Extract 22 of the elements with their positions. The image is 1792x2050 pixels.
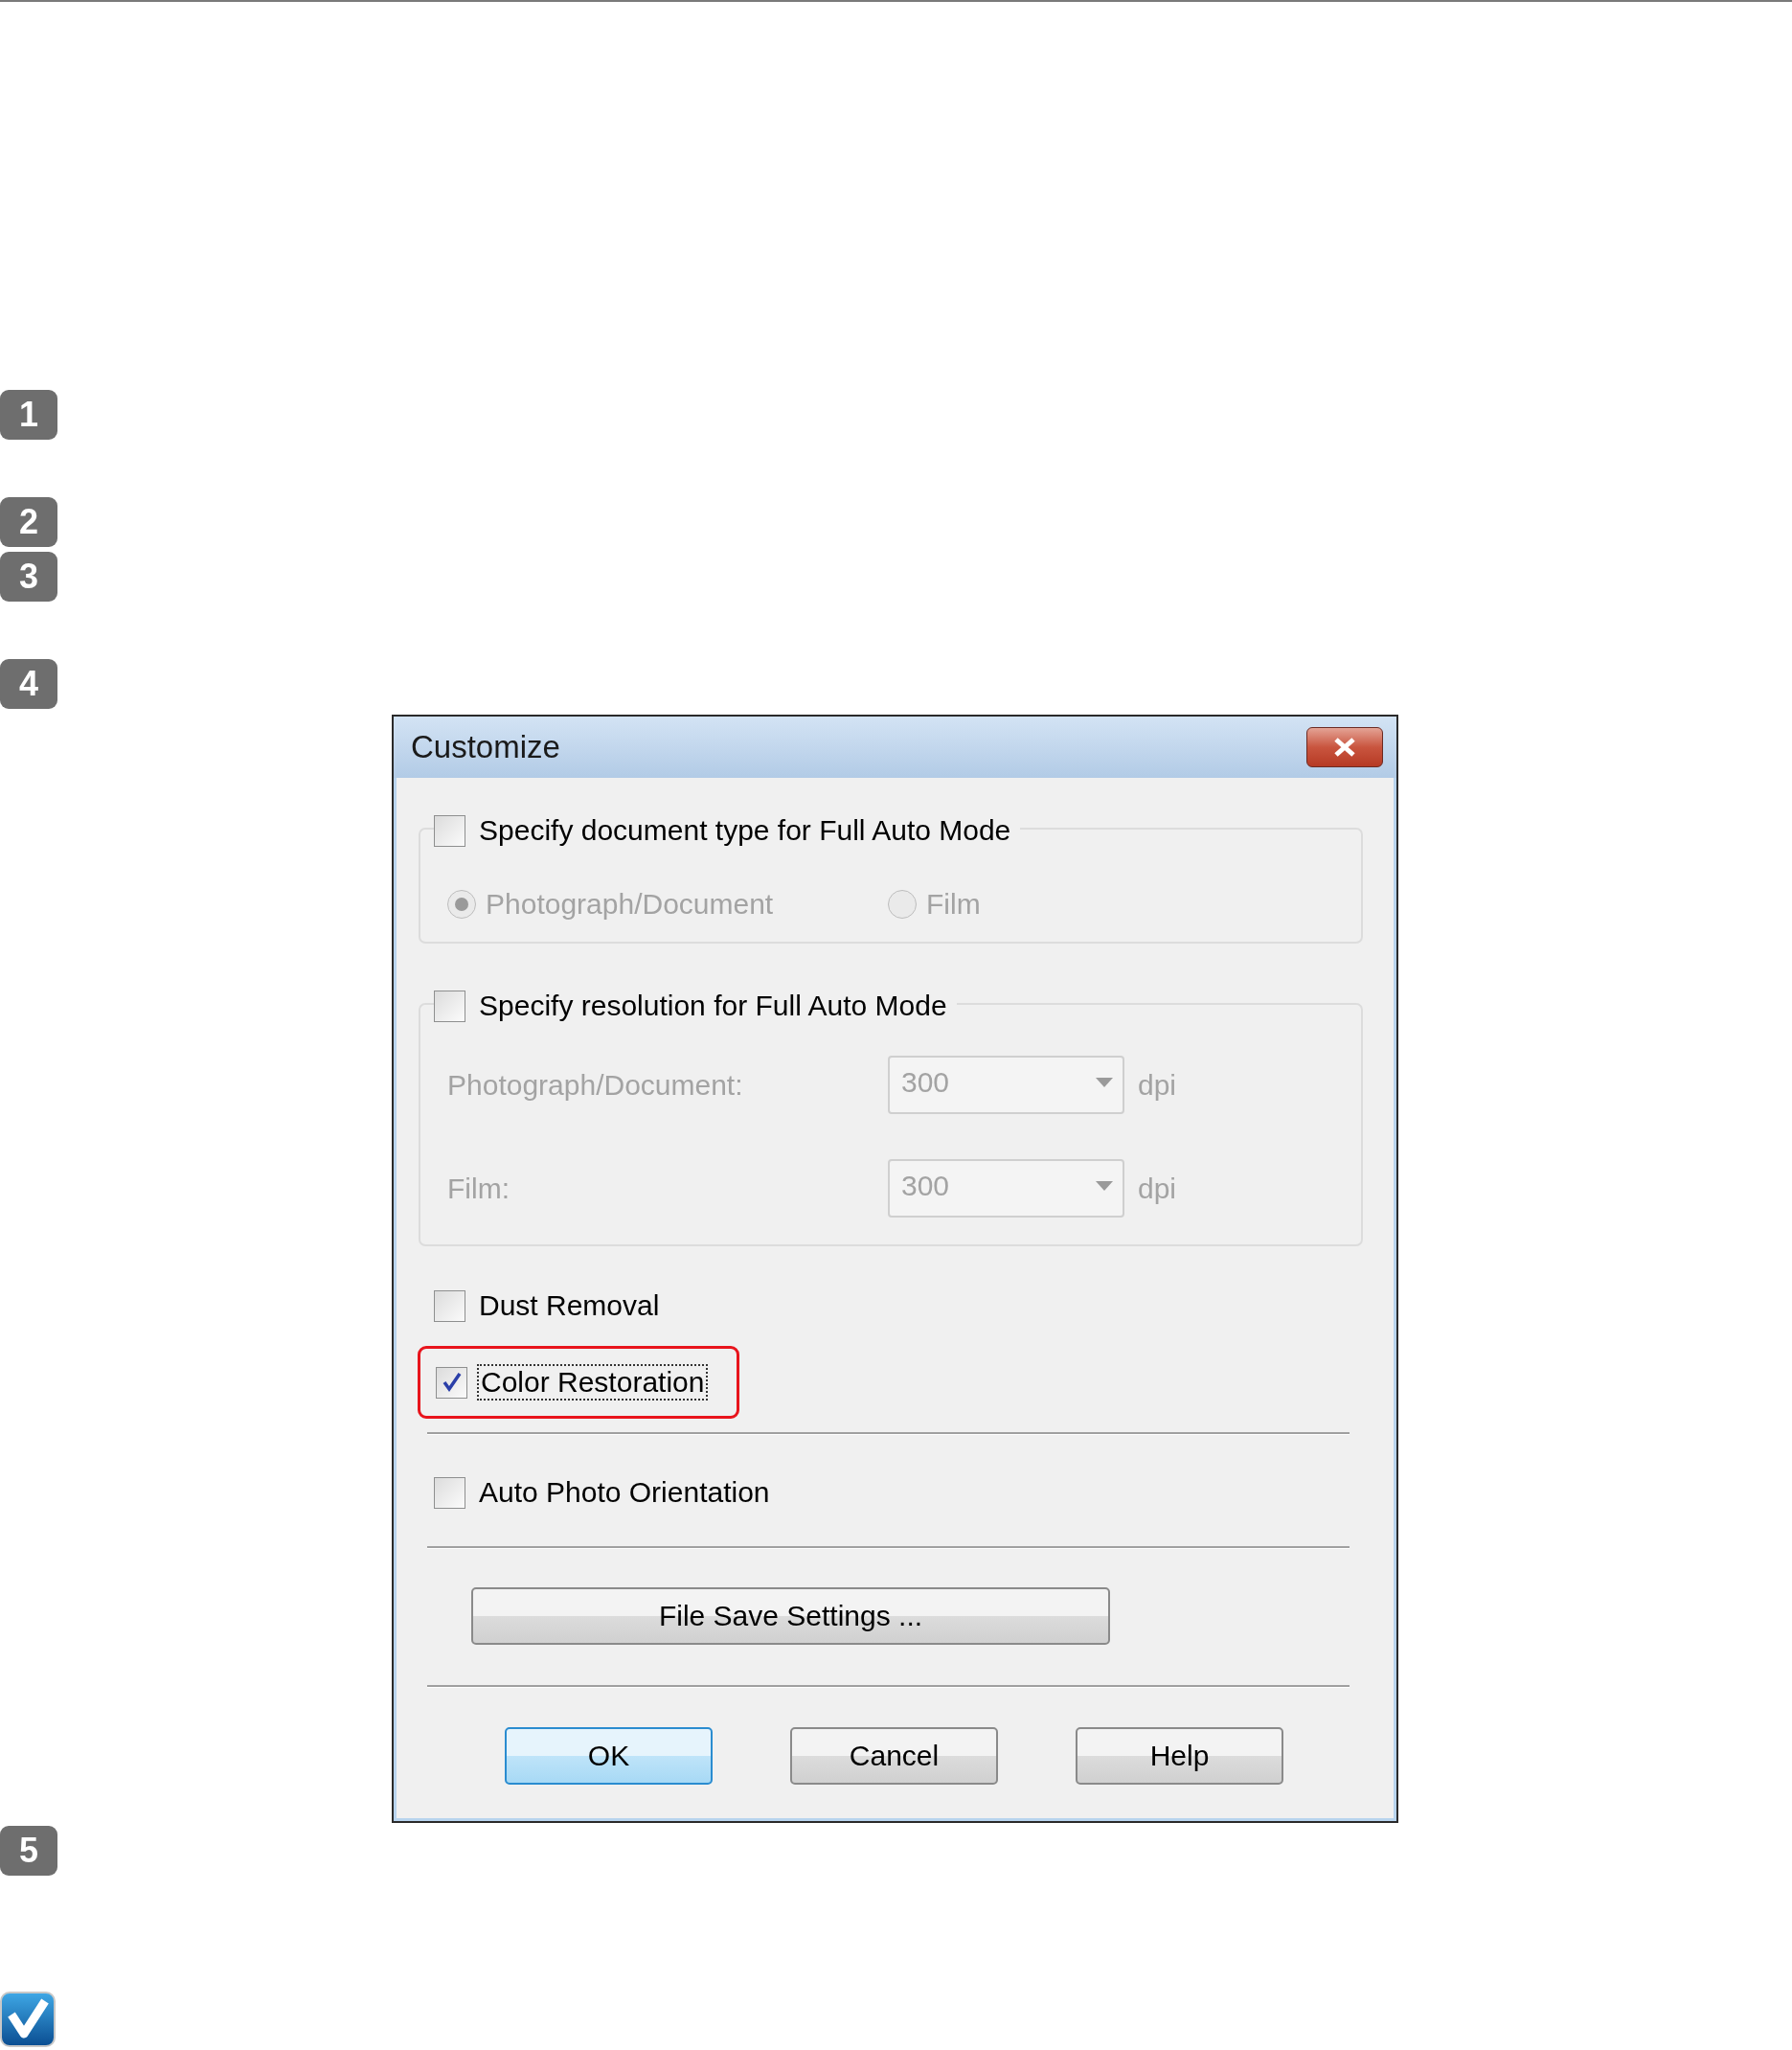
file-save-settings-button[interactable]: File Save Settings ... [471,1587,1110,1645]
step-number: 1 [0,390,57,440]
checkbox[interactable]: Specify resolution for Full Auto Mode [434,990,957,1022]
field-label: Film: [447,1172,510,1205]
step-number: 5 [0,1826,57,1876]
close-icon [1332,737,1357,758]
dialog-button[interactable]: Help [1076,1727,1283,1785]
dialog-button[interactable]: OK [505,1727,713,1785]
field-label: Photograph/Document: [447,1068,744,1102]
step-number: 4 [0,659,57,709]
unit-label: dpi [1138,1068,1177,1102]
close-button[interactable] [1306,727,1383,767]
unit-label: dpi [1138,1172,1177,1205]
checkbox[interactable]: Specify document type for Full Auto Mode [434,814,1021,847]
radio-dot-icon [455,898,468,911]
step-number: 3 [0,552,57,602]
window-title: Customize [411,729,560,765]
dialog-button[interactable]: Cancel [790,1727,998,1785]
dropdown-arrow-icon [1096,1077,1113,1087]
step-number: 2 [0,497,57,547]
checkmark-icon [0,1992,56,2047]
dropdown-arrow-icon [1096,1180,1113,1191]
